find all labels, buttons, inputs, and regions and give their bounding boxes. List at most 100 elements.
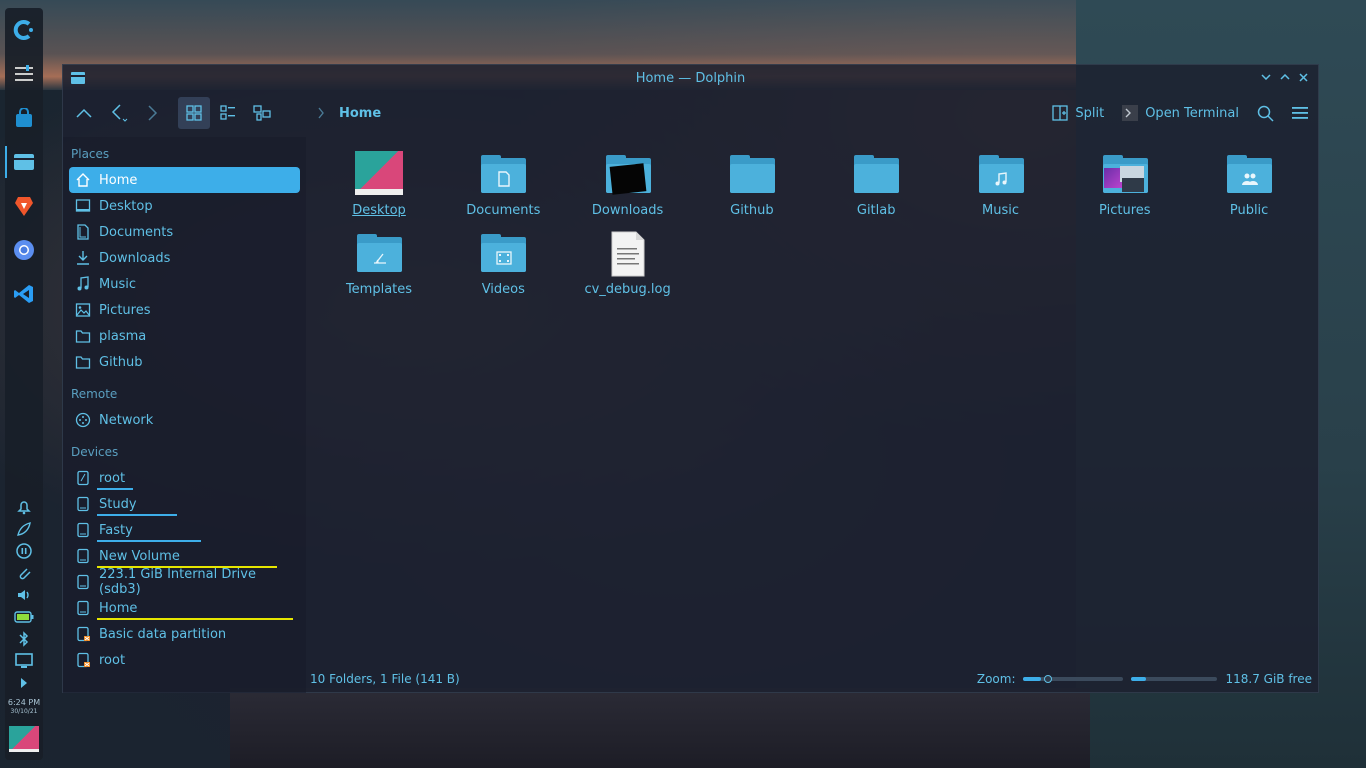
battery-icon[interactable]: [5, 606, 43, 628]
file-item-label: Public: [1229, 203, 1269, 218]
file-item-github[interactable]: Github: [692, 151, 812, 218]
file-item-label: Documents: [466, 203, 541, 218]
settings-panel-icon[interactable]: [5, 52, 43, 96]
brave-browser-icon[interactable]: [5, 184, 43, 228]
downloads-icon: [75, 250, 91, 266]
clock-date: 30/10/21: [10, 708, 38, 715]
toolbar: Home Split Open Terminal: [63, 91, 1318, 135]
folder-icon: [479, 230, 527, 278]
clock[interactable]: 6:24 PM 30/10/21: [8, 698, 40, 716]
compact-view-button[interactable]: [213, 97, 243, 129]
close-icon[interactable]: [1297, 69, 1310, 85]
disk-usage-fill: [1131, 677, 1147, 681]
breadcrumb-home[interactable]: Home: [339, 106, 381, 121]
clipboard-icon[interactable]: [5, 562, 43, 584]
sidebar-item-network[interactable]: Network: [69, 407, 300, 433]
sidebar-item-label: plasma: [99, 328, 147, 344]
file-item-videos[interactable]: Videos: [443, 230, 563, 297]
places-panel: Places Home Desktop Documents Downloads Musi…: [63, 137, 306, 693]
notifications-icon[interactable]: [5, 496, 43, 518]
file-item-templates[interactable]: Templates: [319, 230, 439, 297]
file-item-music[interactable]: Music: [941, 151, 1061, 218]
sidebar-item-music[interactable]: Music: [69, 271, 300, 297]
drive-icon: [75, 496, 91, 512]
file-view[interactable]: Desktop Documents Downloads Github Gitlab Mus…: [310, 137, 1318, 667]
leaf-icon[interactable]: [5, 518, 43, 540]
chromium-icon[interactable]: [5, 228, 43, 272]
details-view-icon: [253, 105, 271, 121]
left-panel: 6:24 PM 30/10/21: [5, 8, 43, 760]
sidebar-item-plasma[interactable]: plasma: [69, 323, 300, 349]
volume-icon[interactable]: [5, 584, 43, 606]
sidebar-item-device-5[interactable]: Home: [69, 595, 300, 621]
file-item-desktop[interactable]: Desktop: [319, 151, 439, 218]
titlebar[interactable]: Home — Dolphin: [63, 65, 1318, 91]
media-pause-icon[interactable]: [5, 540, 43, 562]
dolphin-taskbar-icon[interactable]: [5, 140, 43, 184]
maximize-icon[interactable]: [1278, 69, 1291, 85]
vscode-icon[interactable]: [5, 272, 43, 316]
file-item-downloads[interactable]: Downloads: [568, 151, 688, 218]
search-icon: [1257, 105, 1274, 122]
device-usage-bar: [97, 488, 133, 490]
sidebar-item-home[interactable]: Home: [69, 167, 300, 193]
file-item-label: Github: [730, 203, 774, 218]
sidebar-item-device-7[interactable]: root: [69, 647, 300, 673]
sidebar-item-documents[interactable]: Documents: [69, 219, 300, 245]
toolbar-right: Split Open Terminal: [1052, 97, 1308, 129]
desktop-icon: [75, 198, 91, 214]
folder-icon: [604, 151, 652, 199]
file-item-pictures[interactable]: Pictures: [1065, 151, 1185, 218]
back-button[interactable]: [107, 97, 133, 129]
breadcrumb: Home: [317, 97, 381, 129]
search-button[interactable]: [1257, 105, 1274, 122]
split-button[interactable]: Split: [1052, 105, 1104, 121]
sidebar-item-label: Downloads: [99, 250, 171, 266]
sidebar-item-pictures[interactable]: Pictures: [69, 297, 300, 323]
file-item-gitlab[interactable]: Gitlab: [816, 151, 936, 218]
file-item-public[interactable]: Public: [1189, 151, 1309, 218]
documents-icon: [75, 224, 91, 240]
zoom-slider[interactable]: [1023, 675, 1124, 683]
sidebar-item-label: Pictures: [99, 302, 151, 318]
drive-warn-icon: [75, 626, 91, 642]
sidebar-item-desktop[interactable]: Desktop: [69, 193, 300, 219]
file-item-documents[interactable]: Documents: [443, 151, 563, 218]
file-item-cv-debug-log[interactable]: cv_debug.log: [568, 230, 688, 297]
breadcrumb-chevron-icon[interactable]: [317, 107, 325, 119]
file-item-label: Desktop: [352, 203, 406, 218]
bluetooth-icon[interactable]: [5, 628, 43, 650]
sidebar-item-downloads[interactable]: Downloads: [69, 245, 300, 271]
go-up-button[interactable]: [73, 97, 95, 129]
show-desktop-thumbnail[interactable]: [9, 726, 39, 752]
device-usage-bar: [97, 618, 293, 620]
icons-view-button[interactable]: [178, 97, 210, 129]
device-usage-bar: [97, 540, 201, 542]
app-launcher-icon[interactable]: [5, 8, 43, 52]
sidebar-item-device-2[interactable]: Fasty: [69, 517, 300, 543]
open-terminal-button[interactable]: Open Terminal: [1122, 105, 1239, 121]
sidebar-item-device-4[interactable]: 223.1 GiB Internal Drive (sdb3): [69, 567, 300, 597]
details-view-button[interactable]: [247, 97, 277, 129]
forward-arrow-icon: [148, 105, 158, 121]
minimize-icon[interactable]: [1259, 69, 1272, 85]
sidebar-item-github[interactable]: Github: [69, 349, 300, 375]
status-right: Zoom: 118.7 GiB free: [977, 672, 1312, 686]
expand-tray-icon[interactable]: [5, 672, 43, 694]
dolphin-window: Home — Dolphin Home Split Open Terminal …: [62, 64, 1319, 693]
sidebar-item-device-3[interactable]: New Volume: [69, 543, 300, 569]
forward-button[interactable]: [141, 97, 163, 129]
sidebar-item-device-0[interactable]: root: [69, 465, 300, 491]
sidebar-item-device-1[interactable]: Study: [69, 491, 300, 517]
zoom-slider-handle[interactable]: [1044, 675, 1053, 683]
hamburger-menu-button[interactable]: [1292, 106, 1308, 120]
sidebar-item-label: Github: [99, 354, 143, 370]
split-view-icon: [1052, 105, 1069, 121]
split-label: Split: [1075, 105, 1105, 121]
home-icon: [75, 172, 91, 188]
sidebar-item-device-6[interactable]: Basic data partition: [69, 621, 300, 647]
compact-view-icon: [220, 105, 235, 120]
store-icon[interactable]: [5, 96, 43, 140]
remote-header: Remote: [71, 387, 118, 401]
display-icon[interactable]: [5, 650, 43, 672]
